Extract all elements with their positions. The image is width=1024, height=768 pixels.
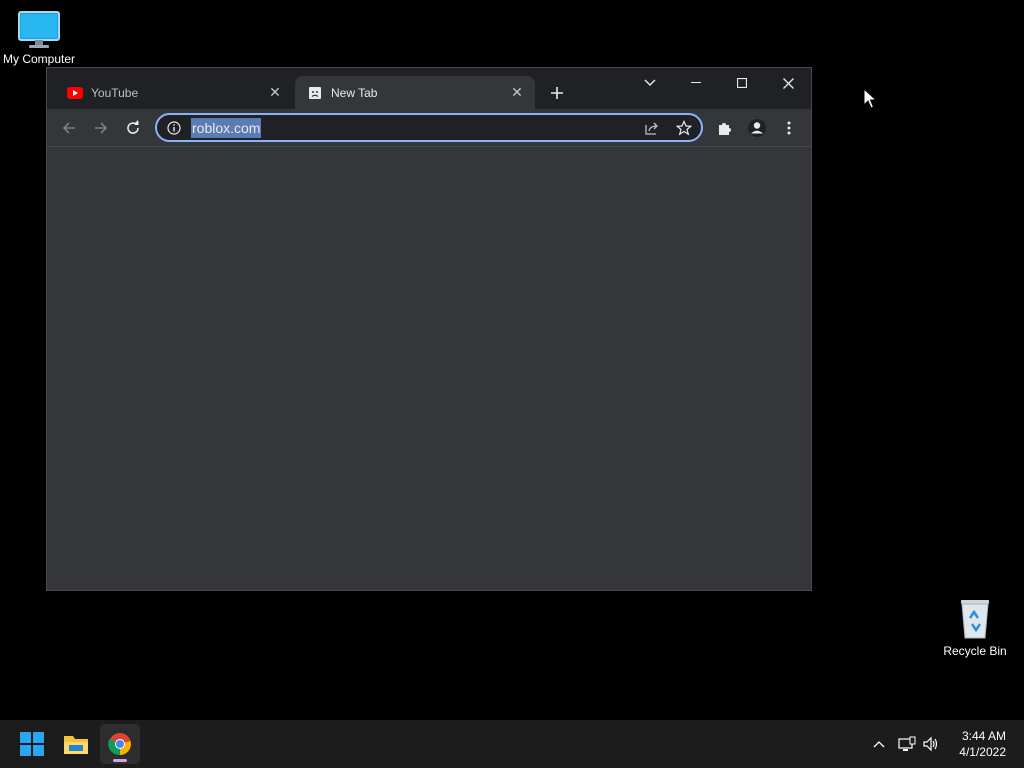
new-tab-button[interactable]: [545, 81, 569, 105]
site-info-icon[interactable]: [165, 119, 183, 137]
forward-button[interactable]: [88, 115, 114, 141]
menu-button[interactable]: [776, 115, 802, 141]
minimize-button[interactable]: [673, 68, 719, 98]
tab-youtube[interactable]: YouTube ✕: [47, 76, 293, 109]
maximize-button[interactable]: [719, 68, 765, 98]
extensions-button[interactable]: [712, 115, 738, 141]
clock-date: 4/1/2022: [959, 745, 1006, 759]
monitor-icon: [18, 11, 60, 48]
close-tab-button[interactable]: ✕: [267, 84, 283, 101]
arrow-right-icon: [95, 122, 108, 134]
maximize-icon: [737, 78, 747, 88]
profile-icon: [748, 119, 766, 137]
address-bar-text[interactable]: roblox.com: [191, 117, 262, 138]
page-content[interactable]: [47, 147, 811, 590]
tab-title: YouTube: [91, 85, 139, 100]
bookmark-star-icon[interactable]: [673, 118, 695, 138]
chrome-window: YouTube ✕ New Tab ✕ roblox.com: [46, 67, 812, 591]
youtube-icon: [67, 85, 83, 101]
volume-button[interactable]: [920, 732, 942, 756]
start-button[interactable]: [12, 724, 52, 764]
network-icon: [898, 736, 916, 751]
file-explorer-button[interactable]: [56, 724, 96, 764]
active-app-indicator: [113, 759, 127, 762]
taskbar-clock[interactable]: 3:44 AM 4/1/2022: [959, 728, 1006, 760]
tab-strip: YouTube ✕ New Tab ✕: [47, 68, 811, 109]
chrome-icon: [108, 733, 131, 756]
browser-toolbar: roblox.com: [47, 109, 811, 147]
address-bar[interactable]: roblox.com: [155, 113, 703, 142]
chevron-up-icon: [873, 741, 885, 748]
tab-new-tab[interactable]: New Tab ✕: [295, 76, 535, 109]
reload-icon: [127, 120, 139, 134]
taskbar: 3:44 AM 4/1/2022: [0, 720, 1024, 768]
plus-icon: [551, 87, 563, 99]
close-icon: [782, 77, 794, 89]
tab-search-button[interactable]: [627, 68, 673, 98]
mouse-cursor-icon: [863, 88, 877, 109]
minimize-icon: [691, 82, 701, 83]
kebab-menu-icon: [787, 121, 791, 135]
network-button[interactable]: [896, 732, 918, 756]
reload-button[interactable]: [120, 115, 146, 141]
chevron-down-icon: [644, 79, 656, 86]
back-button[interactable]: [56, 115, 82, 141]
clock-time: 3:44 AM: [961, 729, 1006, 743]
desktop: My Computer Recycle Bin YouTube ✕ New Ta…: [0, 0, 1024, 720]
my-computer-shortcut[interactable]: My Computer: [0, 10, 78, 66]
speaker-icon: [923, 736, 938, 752]
profile-button[interactable]: [744, 115, 770, 141]
windows-logo-icon: [20, 732, 44, 756]
tab-title: New Tab: [331, 85, 378, 100]
close-window-button[interactable]: [765, 68, 811, 98]
recycle-bin-icon: [961, 600, 989, 639]
folder-icon: [64, 736, 88, 754]
chrome-taskbar-button[interactable]: [100, 724, 140, 764]
close-tab-button[interactable]: ✕: [509, 84, 525, 101]
share-icon[interactable]: [641, 118, 663, 138]
puzzle-icon: [719, 123, 731, 135]
recycle-bin-shortcut[interactable]: Recycle Bin: [940, 596, 1010, 658]
my-computer-label: My Computer: [2, 52, 76, 66]
sad-page-icon: [307, 85, 323, 101]
arrow-left-icon: [62, 122, 75, 134]
recycle-bin-label: Recycle Bin: [943, 644, 1007, 658]
show-hidden-icons-button[interactable]: [868, 732, 890, 756]
